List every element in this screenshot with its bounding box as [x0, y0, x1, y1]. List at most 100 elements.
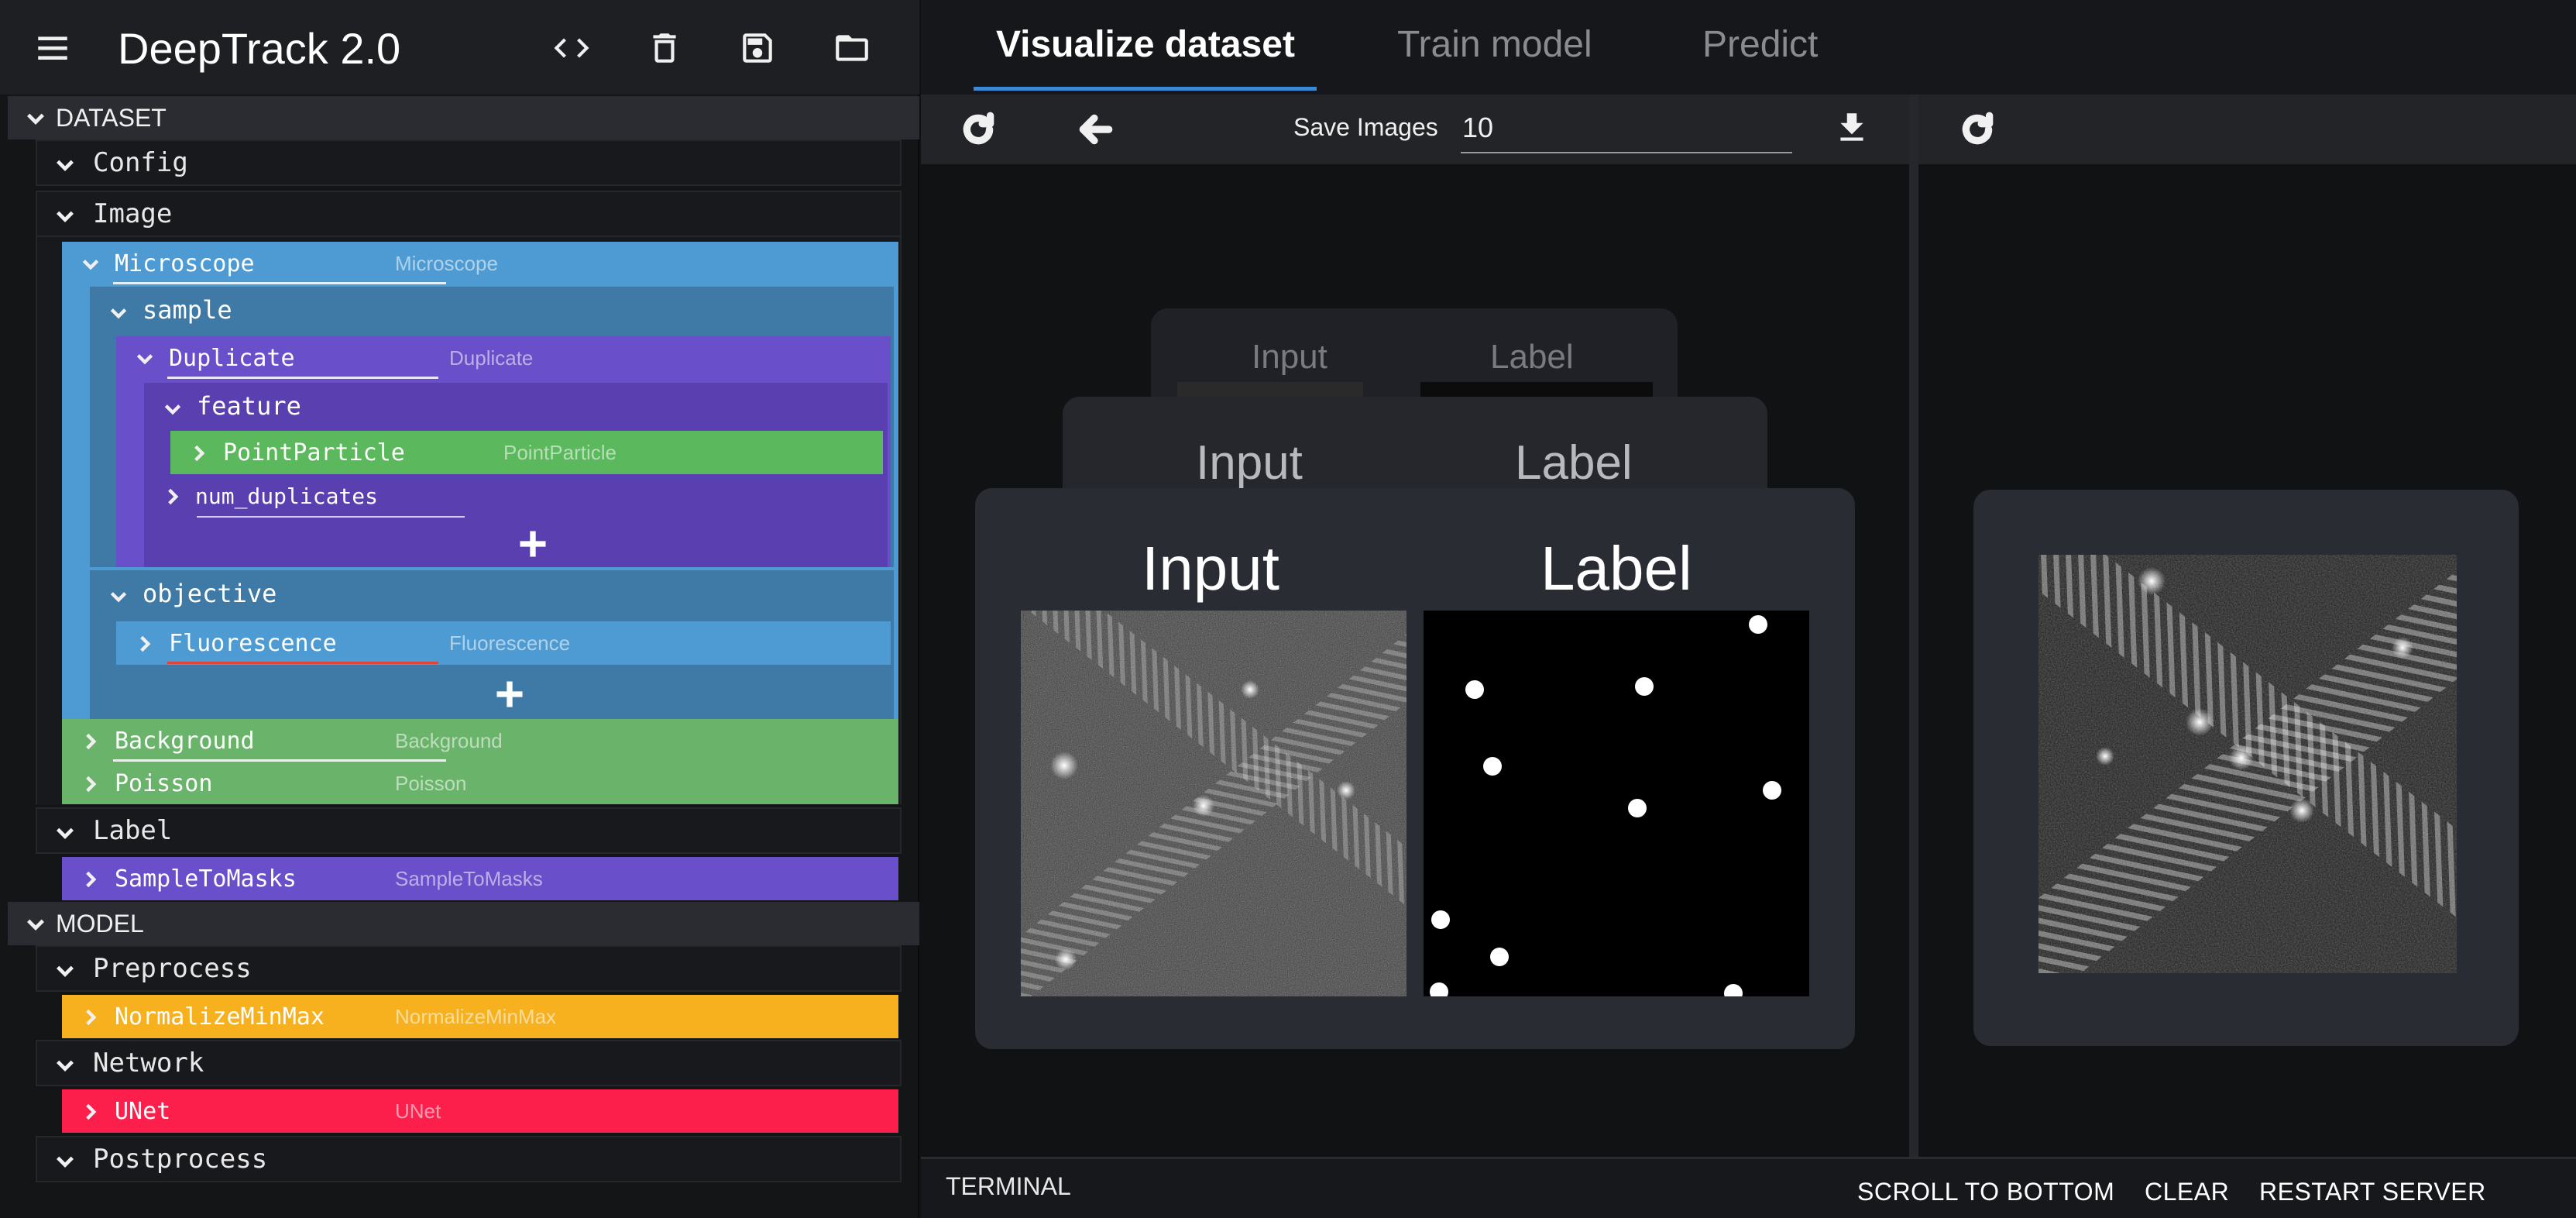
chevron-right-icon [81, 1101, 101, 1121]
node-name[interactable]: UNet [115, 1098, 170, 1125]
node-label: feature [197, 391, 301, 421]
node-type: Background [395, 728, 503, 752]
restart-server-button[interactable]: RESTART SERVER [2259, 1178, 2486, 1206]
node-objective[interactable]: objective [90, 570, 894, 617]
section-model[interactable]: MODEL [8, 902, 919, 945]
folder-icon[interactable] [827, 23, 877, 73]
refresh-icon[interactable] [959, 110, 998, 149]
node-name[interactable]: Background [115, 728, 255, 755]
section-dataset[interactable]: DATASET [8, 96, 919, 139]
group-label: Image [93, 198, 173, 229]
node-name[interactable]: PointParticle [223, 439, 405, 466]
node-unet[interactable]: UNet UNet [62, 1089, 898, 1133]
save-images-label: Save Images [1293, 113, 1438, 141]
name-underline [113, 759, 446, 762]
node-num-duplicates[interactable]: num_duplicates [144, 476, 888, 567]
tab-train-model[interactable]: Train model [1397, 23, 1592, 66]
app-toolbar: DeepTrack 2.0 [0, 0, 919, 95]
tab-predict[interactable]: Predict [1702, 23, 1818, 66]
prediction-card[interactable] [1973, 490, 2519, 1046]
group-postprocess[interactable]: Postprocess [36, 1136, 902, 1182]
node-label: objective [143, 579, 277, 608]
node-type: SampleToMasks [395, 866, 543, 890]
name-underline [167, 662, 438, 664]
terminal-title[interactable]: TERMINAL [946, 1172, 1071, 1201]
chevron-right-icon [81, 773, 101, 793]
group-label-text: Label [93, 815, 173, 846]
group-network[interactable]: Network [36, 1040, 902, 1086]
section-label: DATASET [56, 103, 167, 132]
main-tabs: Visualize dataset Train model Predict [921, 0, 2576, 95]
refresh-icon[interactable] [1958, 110, 1997, 149]
node-sampletomasks[interactable]: SampleToMasks SampleToMasks [62, 857, 898, 900]
node-background[interactable]: Background Background [62, 719, 898, 762]
chevron-down-icon [54, 152, 76, 174]
group-image[interactable]: Image [36, 191, 902, 237]
chevron-down-icon [54, 203, 76, 225]
node-normalizeminmax[interactable]: NormalizeMinMax NormalizeMinMax [62, 995, 898, 1038]
node-type: NormalizeMinMax [395, 1004, 557, 1028]
node-duplicate[interactable]: Duplicate Duplicate [116, 336, 891, 380]
name-underline [113, 282, 446, 284]
chevron-down-icon [163, 396, 183, 416]
node-name[interactable]: SampleToMasks [115, 865, 297, 893]
chevron-down-icon [81, 253, 101, 274]
node-name[interactable]: Poisson [115, 770, 212, 797]
scroll-to-bottom-button[interactable]: SCROLL TO BOTTOM [1857, 1178, 2114, 1206]
group-preprocess[interactable]: Preprocess [36, 945, 902, 992]
download-icon[interactable] [1832, 108, 1871, 147]
chevron-right-icon [81, 731, 101, 751]
name-underline [197, 516, 465, 518]
node-name[interactable]: NormalizeMinMax [115, 1003, 325, 1030]
chevron-down-icon [135, 348, 155, 368]
add-property-button[interactable] [510, 521, 556, 567]
group-label: Network [93, 1048, 204, 1079]
input-title: Input [1252, 338, 1327, 376]
node-poisson[interactable]: Poisson Poisson [62, 762, 898, 804]
node-type: Duplicate [449, 346, 534, 370]
plus-icon [520, 531, 546, 557]
node-name[interactable]: Microscope [115, 250, 255, 277]
node-sample[interactable]: sample [90, 287, 894, 333]
chevron-down-icon [54, 820, 76, 841]
editor-panel: DeepTrack 2.0 DATASET Config Image Micro… [0, 0, 919, 1218]
node-name[interactable]: Duplicate [169, 345, 295, 372]
add-feature-button[interactable] [486, 671, 533, 717]
clear-button[interactable]: CLEAR [2145, 1178, 2229, 1206]
property-name[interactable]: num_duplicates [195, 483, 378, 509]
name-underline [167, 377, 438, 379]
chevron-down-icon [54, 958, 76, 979]
group-label: Config [93, 147, 188, 178]
chevron-down-icon [25, 913, 46, 934]
panel-divider[interactable] [1909, 95, 1918, 1160]
group-label: Postprocess [93, 1144, 268, 1175]
delete-icon[interactable] [640, 23, 689, 73]
node-feature[interactable]: feature [144, 383, 888, 429]
node-fluorescence[interactable]: Fluorescence Fluorescence [116, 621, 891, 665]
group-label: Preprocess [93, 953, 252, 984]
chevron-right-icon [81, 869, 101, 889]
image-card-front[interactable]: Input Label [975, 488, 1855, 1049]
code-icon[interactable] [547, 23, 596, 73]
app-title: DeepTrack 2.0 [118, 24, 401, 73]
chevron-down-icon [108, 300, 129, 320]
input-title: Input [1196, 436, 1303, 490]
node-name[interactable]: Fluorescence [169, 630, 337, 657]
input-image [1021, 611, 1406, 996]
node-type: PointParticle [503, 440, 617, 464]
save-icon[interactable] [733, 23, 782, 73]
menu-icon[interactable] [28, 23, 77, 73]
arrow-left-icon[interactable] [1077, 110, 1115, 149]
section-label: MODEL [56, 909, 144, 938]
node-type: Fluorescence [449, 631, 571, 655]
node-microscope[interactable]: Microscope Microscope [62, 242, 898, 285]
group-config[interactable]: Config [36, 139, 902, 186]
chevron-right-icon [163, 487, 183, 507]
save-images-count-input[interactable] [1461, 104, 1792, 153]
tab-visualize-dataset[interactable]: Visualize dataset [996, 23, 1295, 66]
node-type: Microscope [395, 251, 498, 275]
node-pointparticle[interactable]: PointParticle PointParticle [170, 431, 883, 474]
chevron-down-icon [25, 107, 46, 129]
group-label[interactable]: Label [36, 807, 902, 854]
chevron-down-icon [108, 583, 129, 604]
